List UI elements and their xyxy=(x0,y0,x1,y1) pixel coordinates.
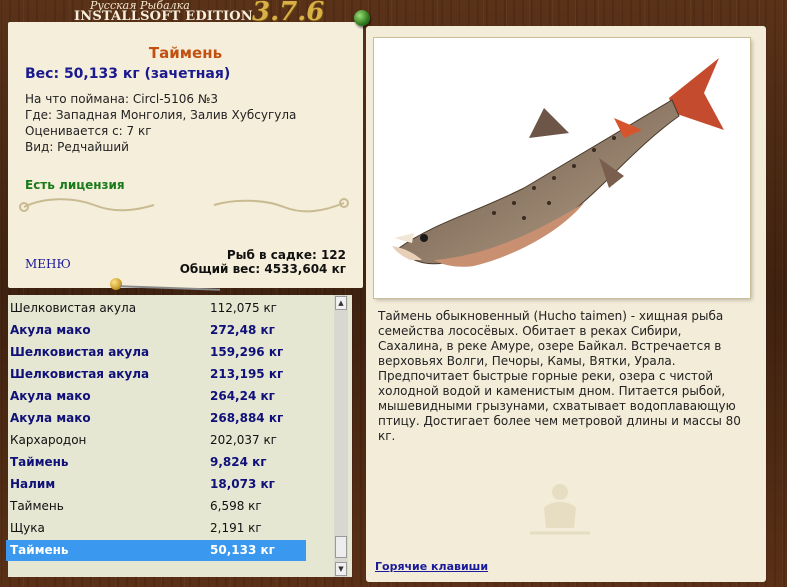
list-item[interactable]: Шелковистая акула 112,075 кг xyxy=(6,298,306,319)
list-item[interactable]: Шелковистая акула 159,296 кг xyxy=(6,342,306,363)
list-item[interactable]: Таймень 50,133 кг xyxy=(6,540,306,561)
fish-weight: 272,48 кг xyxy=(210,323,275,337)
menu-link[interactable]: МЕНЮ xyxy=(25,257,71,271)
fish-name: Щука xyxy=(10,521,45,535)
title-bar: Русская Рыбалка INSTALLSOFT EDITION 3.7.… xyxy=(0,0,787,27)
fish-weight: 213,195 кг xyxy=(210,367,284,381)
cage-total-weight: Общий вес: 4533,604 кг xyxy=(179,262,346,276)
fish-name: Шелковистая акула xyxy=(10,301,137,315)
fish-photo xyxy=(374,38,750,298)
list-item[interactable]: Щука 2,191 кг xyxy=(6,518,306,539)
fish-weight: 6,598 кг xyxy=(210,499,262,513)
fish-weight: 9,824 кг xyxy=(210,455,267,469)
fish-rarity: Вид: Редчайший xyxy=(25,140,129,154)
cage-count: Рыб в садке: 122 xyxy=(226,248,346,262)
fish-weight: 50,133 кг xyxy=(210,543,275,557)
fish-location: Где: Западная Монголия, Залив Хубсугула xyxy=(25,108,297,122)
pin-icon xyxy=(110,278,122,290)
fish-weight: 112,075 кг xyxy=(210,301,277,315)
fish-name: Шелковистая акула xyxy=(10,345,150,359)
fish-weight: 264,24 кг xyxy=(210,389,275,403)
fisherman-watermark-icon xyxy=(530,484,590,535)
scrollbar[interactable] xyxy=(334,295,348,577)
list-item[interactable]: Акула мако 272,48 кг xyxy=(6,320,306,341)
hotkeys-link[interactable]: Горячие клавиши xyxy=(375,560,488,573)
fish-name: Таймень xyxy=(10,499,64,513)
fish-bait: На что поймана: Circl-5106 №3 xyxy=(25,92,218,106)
list-item[interactable]: Налим 18,073 кг xyxy=(6,474,306,495)
license-status: Есть лицензия xyxy=(25,178,125,192)
list-item[interactable]: Кархародон 202,037 кг xyxy=(6,430,306,451)
fish-name: Таймень xyxy=(10,455,69,469)
list-item[interactable]: Акула мако 264,24 кг xyxy=(6,386,306,407)
ornament-divider xyxy=(19,198,349,213)
fish-title: Таймень xyxy=(148,44,223,62)
fish-weight: 268,884 кг xyxy=(210,411,284,425)
list-item[interactable]: Таймень 9,824 кг xyxy=(6,452,306,473)
fish-name: Таймень xyxy=(10,543,69,557)
list-item[interactable]: Шелковистая акула 213,195 кг xyxy=(6,364,306,385)
fish-weight: Вес: 50,133 кг (зачетная) xyxy=(25,66,231,82)
pin-icon xyxy=(354,10,370,26)
fish-weight: 202,037 кг xyxy=(210,433,277,447)
fish-name: Акула мако xyxy=(10,323,91,337)
fish-name: Акула мако xyxy=(10,411,91,425)
scroll-up-icon[interactable]: ▲ xyxy=(335,296,347,310)
fish-value: Оценивается с: 7 кг xyxy=(25,124,152,138)
fish-weight: 159,296 кг xyxy=(210,345,284,359)
cage-summary: Рыб в садке: 122 Общий вес: 4533,604 кг xyxy=(180,248,346,276)
fish-weight: 18,073 кг xyxy=(210,477,275,491)
fish-name: Шелковистая акула xyxy=(10,367,150,381)
list-item[interactable]: Таймень 6,598 кг xyxy=(6,496,306,517)
fish-description: Таймень обыкновенный (Hucho taimen) - хи… xyxy=(378,309,741,443)
tail-fin-icon xyxy=(669,58,724,130)
fish-name: Налим xyxy=(10,477,56,491)
fish-name: Акула мако xyxy=(10,389,91,403)
list-item[interactable]: Акула мако 268,884 кг xyxy=(6,408,306,429)
fish-weight: 2,191 кг xyxy=(210,521,262,535)
fish-name: Кархародон xyxy=(10,433,87,447)
scrollbar-thumb[interactable] xyxy=(335,536,347,558)
scroll-down-icon[interactable]: ▼ xyxy=(335,562,347,576)
